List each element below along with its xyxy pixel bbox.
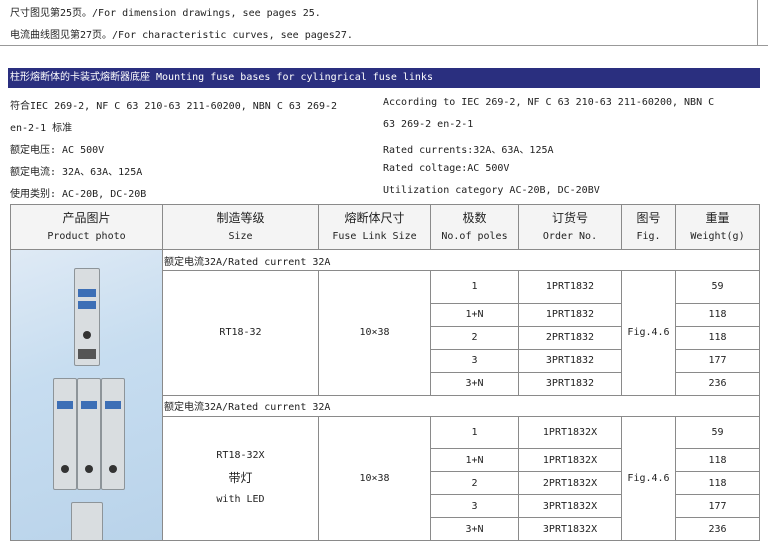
poles-cell: 3 [430,348,519,373]
col-weight: 重量 Weight(g) [675,204,760,250]
weight-cell: 118 [675,448,760,472]
col-fig: 图号 Fig. [621,204,676,250]
order-cell: 1PRT1832X [518,415,622,449]
spec-right-standard: According to IEC 269-2, NF C 63 210-63 2… [383,97,715,108]
poles-cell: 1 [430,270,519,304]
size-cell: RT18-32X 带灯 with LED [162,415,319,541]
fuse-base-bottom-image [71,502,103,540]
section-title: 额定电流32A/Rated current 32A [162,249,760,271]
order-cell: 2PRT1832X [518,471,622,495]
weight-cell: 118 [675,471,760,495]
fig-cell: Fig.4.6 [621,415,676,541]
order-cell: 2PRT1832 [518,325,622,350]
col-poles: 极数 No.of poles [430,204,519,250]
poles-cell: 1+N [430,302,519,327]
spec-right-standard-cont: 63 269-2 en-2-1 [383,119,474,130]
spec-right-category: Utilization category AC-20B, DC-20BV [383,185,600,196]
product-photo-cell [10,249,163,541]
weight-cell: 236 [675,371,760,396]
spec-left-category: 使用类别: AC-20B, DC-20B [10,189,147,200]
product-table: 产品图片 Product photo 制造等级 Size 熔断体尺寸 Fuse Lin… [10,204,760,541]
poles-cell: 2 [430,471,519,495]
section-title: 额定电流32A/Rated current 32A [162,394,760,417]
weight-cell: 59 [675,415,760,449]
top-right-border [757,0,758,46]
poles-cell: 2 [430,325,519,350]
spec-left-standard-cont: en-2-1 标准 [10,123,73,134]
poles-cell: 3+N [430,517,519,541]
product-photo [11,250,162,540]
col-photo: 产品图片 Product photo [10,204,163,250]
col-fuse-size: 熔断体尺寸 Fuse Link Size [318,204,431,250]
poles-cell: 3 [430,494,519,518]
fuse-base-triple-image-3 [101,378,125,490]
spec-right-current: Rated currents:32A、63A、125A [383,145,554,156]
spec-right-voltage: Rated coltage:AC 500V [383,163,510,174]
fuse-base-triple-image-2 [77,378,101,490]
section-title-row: 额定电流32A/Rated current 32A [10,249,760,541]
divider [0,45,768,46]
order-cell: 3PRT1832 [518,371,622,396]
fuse-size-cell: 10×38 [318,270,431,396]
dimension-note: 尺寸图见第25页。/For dimension drawings, see pa… [10,8,321,19]
fuse-base-single-image [74,268,100,366]
weight-cell: 177 [675,348,760,373]
section-banner: 柱形熔断体的卡装式熔断器底座 Mounting fuse bases for c… [8,68,760,88]
weight-cell: 118 [675,325,760,350]
fuse-base-triple-image-1 [53,378,77,490]
col-size: 制造等级 Size [162,204,319,250]
weight-cell: 236 [675,517,760,541]
order-cell: 1PRT1832 [518,270,622,304]
weight-cell: 59 [675,270,760,304]
poles-cell: 3+N [430,371,519,396]
spec-left-voltage: 额定电压: AC 500V [10,145,105,156]
poles-cell: 1+N [430,448,519,472]
curves-note: 电流曲线图见第27页。/For characteristic curves, s… [10,30,353,41]
size-cell: RT18-32 [162,270,319,396]
spec-left-standard: 符合IEC 269-2, NF C 63 210-63 211-60200, N… [10,101,338,112]
fig-cell: Fig.4.6 [621,270,676,396]
order-cell: 3PRT1832X [518,517,622,541]
poles-cell: 1 [430,415,519,449]
order-cell: 3PRT1832 [518,348,622,373]
table-header-row: 产品图片 Product photo 制造等级 Size 熔断体尺寸 Fuse Lin… [10,204,760,250]
weight-cell: 177 [675,494,760,518]
spec-left-current: 额定电流: 32A、63A、125A [10,167,143,178]
fuse-size-cell: 10×38 [318,415,431,541]
weight-cell: 118 [675,302,760,327]
order-cell: 1PRT1832X [518,448,622,472]
order-cell: 3PRT1832X [518,494,622,518]
order-cell: 1PRT1832 [518,302,622,327]
col-order: 订货号 Order No. [518,204,622,250]
